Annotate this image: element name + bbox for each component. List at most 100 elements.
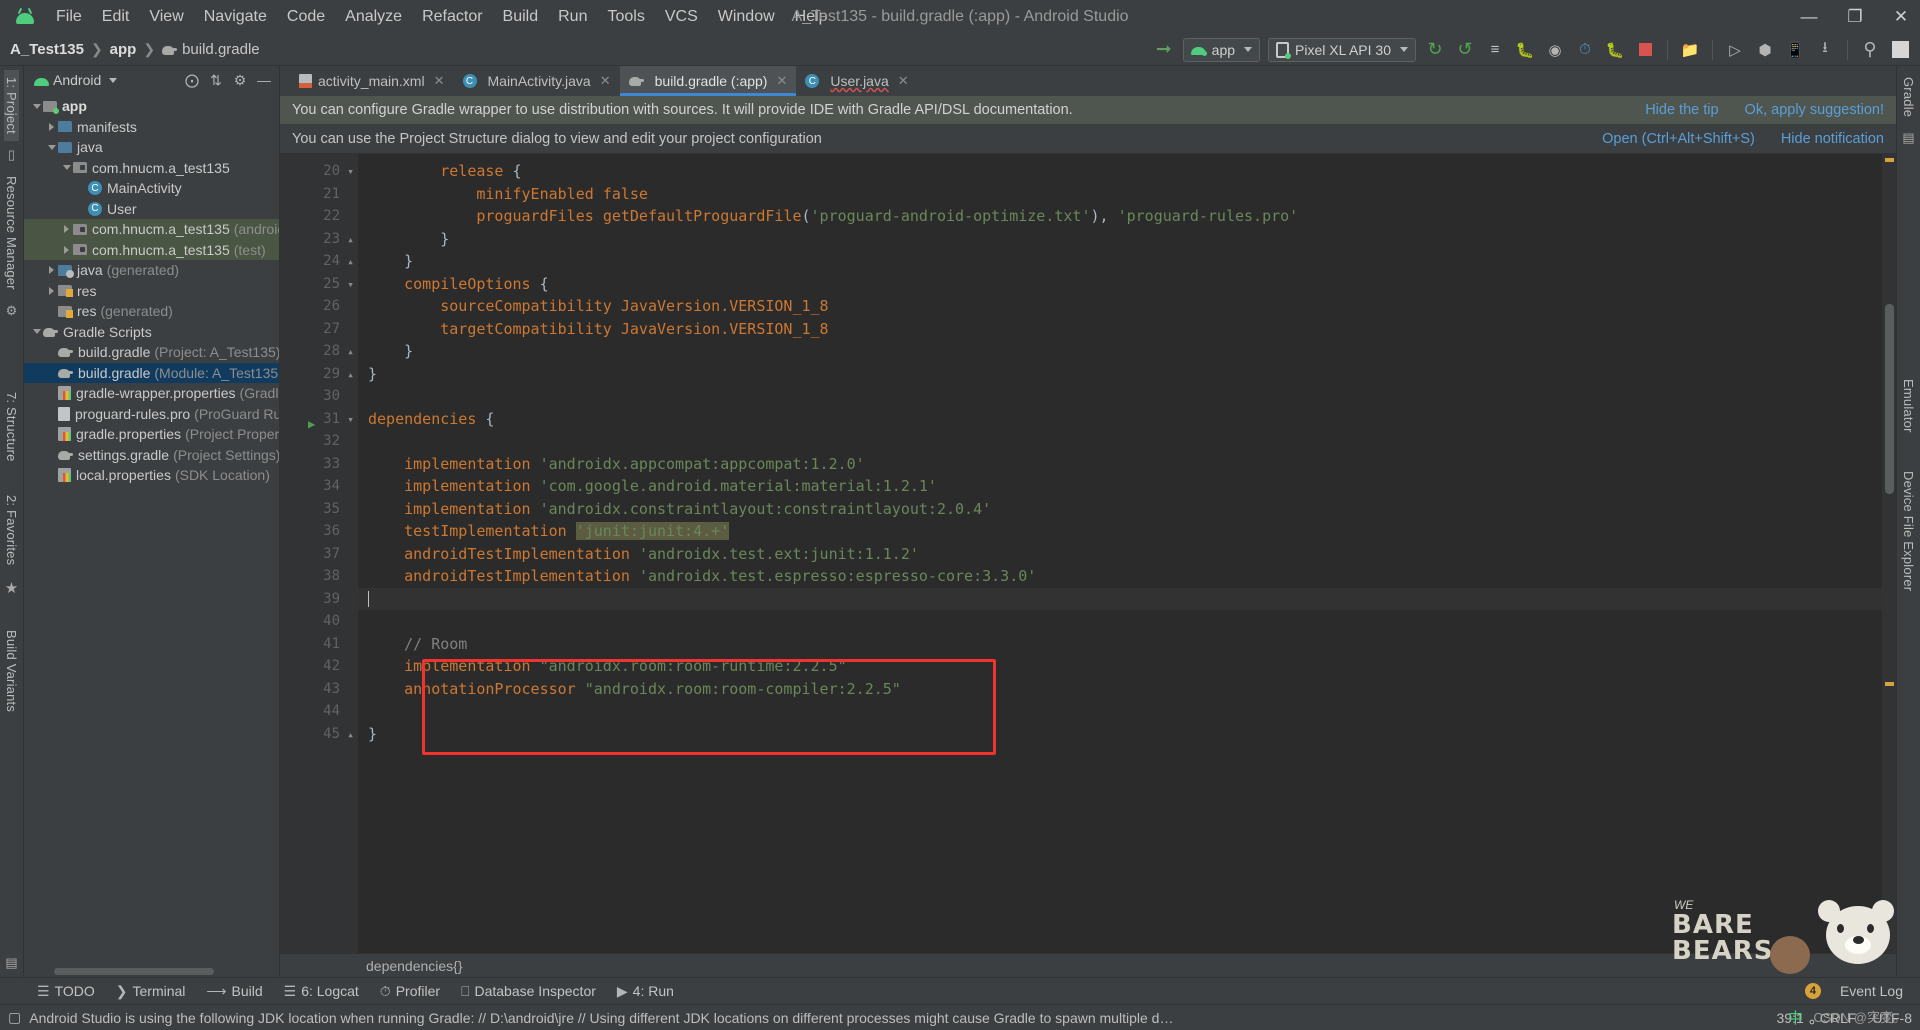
line-number[interactable]: 21 (280, 183, 358, 206)
device-manager-icon[interactable]: 📱 (1781, 37, 1809, 63)
code-line[interactable]: } (358, 723, 1882, 746)
code-line[interactable]: implementation 'com.google.android.mater… (358, 475, 1882, 498)
hide-panel-icon[interactable]: — (253, 69, 275, 91)
code-fold-icon[interactable]: ▾ (345, 279, 356, 290)
tree-node[interactable]: res (generated) (24, 301, 279, 322)
chevron-down-icon[interactable] (109, 77, 118, 83)
tree-node[interactable]: settings.gradle (Project Settings) (24, 445, 279, 466)
tree-node[interactable]: com.hnucm.a_test135 (test) (24, 239, 279, 260)
project-view-selector[interactable]: Android (53, 72, 101, 88)
project-tree[interactable]: app manifests java com.hnucm.a_test135 C Main… (24, 94, 279, 965)
tree-node[interactable]: C User (24, 199, 279, 220)
sync-gradle-icon[interactable]: ≡ (1481, 37, 1509, 63)
code-line[interactable]: androidTestImplementation 'androidx.test… (358, 543, 1882, 566)
tree-node[interactable]: build.gradle(Module: A_Test135.app) (24, 362, 279, 383)
code-fold-icon[interactable]: ▴ (345, 234, 356, 245)
tree-node[interactable]: Gradle Scripts (24, 322, 279, 343)
code-line[interactable] (358, 385, 1882, 408)
tool-window-button[interactable]: ⟶ Build (197, 980, 271, 1003)
collapse-all-icon[interactable]: ⇅ (205, 69, 227, 91)
tree-node[interactable]: java (generated) (24, 260, 279, 281)
code-line[interactable]: } (358, 250, 1882, 273)
code-line[interactable]: release { (358, 160, 1882, 183)
code-line[interactable]: testImplementation 'junit:junit:4.+' (358, 520, 1882, 543)
apply-changes-icon[interactable]: ↺ (1451, 37, 1479, 63)
sidebar-item-emulator[interactable]: Emulator (1901, 372, 1916, 440)
code-line[interactable]: proguardFiles getDefaultProguardFile('pr… (358, 205, 1882, 228)
menu-edit[interactable]: Edit (92, 4, 140, 30)
menu-file[interactable]: File (46, 4, 92, 30)
line-number[interactable]: 34 (280, 475, 358, 498)
line-number[interactable]: 39 (280, 588, 358, 611)
avatar[interactable] (1886, 37, 1914, 63)
line-number[interactable]: 31 ▾ ▶ (280, 408, 358, 431)
line-number[interactable]: 45 ▴ (280, 723, 358, 746)
code-line[interactable] (358, 430, 1882, 453)
menu-vcs[interactable]: VCS (655, 4, 708, 30)
tool-window-button[interactable]: ❯ Terminal (107, 980, 195, 1003)
sidebar-item-device-file-explorer[interactable]: Device File Explorer (1901, 464, 1916, 598)
menu-window[interactable]: Window (708, 4, 785, 30)
tree-node[interactable]: gradle.properties(Project Properties) (24, 424, 279, 445)
editor-tab[interactable]: C User.java ✕ (796, 66, 917, 96)
tree-twisty[interactable] (60, 165, 73, 171)
line-number[interactable]: 38 (280, 565, 358, 588)
close-button[interactable]: ✕ (1888, 5, 1914, 29)
debug-icon[interactable]: 🐛 (1511, 37, 1539, 63)
tree-node[interactable]: gradle-wrapper.properties(Gradle Version… (24, 383, 279, 404)
minimize-button[interactable]: — (1796, 5, 1822, 29)
line-number[interactable]: 41 (280, 633, 358, 656)
code-line[interactable]: dependencies { (358, 408, 1882, 431)
sidebar-item-gradle[interactable]: Gradle (1901, 70, 1916, 124)
code-line[interactable]: targetCompatibility JavaVersion.VERSION_… (358, 318, 1882, 341)
make-project-icon[interactable]: ➞ (1150, 37, 1178, 63)
code-line[interactable] (358, 610, 1882, 633)
code-fold-icon[interactable]: ▾ (345, 414, 356, 425)
line-number[interactable]: 43 (280, 678, 358, 701)
tree-node[interactable]: com.hnucm.a_test135 (24, 158, 279, 179)
menu-view[interactable]: View (139, 4, 193, 30)
line-number[interactable]: 23 ▴ (280, 228, 358, 251)
code-line[interactable] (358, 700, 1882, 723)
code-line[interactable]: } (358, 340, 1882, 363)
menu-tools[interactable]: Tools (597, 4, 654, 30)
run-coverage-icon[interactable]: 🐛 (1601, 37, 1629, 63)
code-line[interactable]: } (358, 228, 1882, 251)
line-number[interactable]: 42 (280, 655, 358, 678)
editor-vertical-scrollbar[interactable] (1883, 154, 1896, 953)
breadcrumb-file[interactable]: build.gradle (182, 41, 260, 58)
apply-suggestion-link[interactable]: Ok, apply suggestion! (1745, 102, 1884, 118)
hide-notification-link[interactable]: Hide notification (1781, 131, 1884, 147)
run-icon[interactable]: ↻ (1421, 37, 1449, 63)
code-line[interactable] (358, 587, 1882, 610)
tree-node[interactable]: java (24, 137, 279, 158)
line-number[interactable]: 32 (280, 430, 358, 453)
code-line[interactable]: androidTestImplementation 'androidx.test… (358, 565, 1882, 588)
tool-window-button[interactable]: ▶ 4: Run (608, 980, 683, 1003)
search-everywhere-icon[interactable]: ⚲ (1856, 37, 1884, 63)
sync-project-icon[interactable]: ⭳ (1811, 37, 1839, 63)
line-number-gutter[interactable]: 20 ▾ 21 22 23 ▴ 24 ▴ 25 ▾ 26 27 28 ▴ 29 ▴ 30 31 ▾ ▶ 32 33 34 35… (280, 154, 358, 953)
scrollbar-thumb-v[interactable] (1885, 304, 1894, 494)
notification-icon[interactable]: ▢ (8, 1009, 21, 1026)
line-number[interactable]: 27 (280, 318, 358, 341)
menu-build[interactable]: Build (493, 4, 549, 30)
project-horizontal-scrollbar[interactable] (24, 965, 279, 977)
line-number[interactable]: 28 ▴ (280, 340, 358, 363)
tree-node[interactable]: com.hnucm.a_test135(androidTest) (24, 219, 279, 240)
sidebar-item-resource-manager[interactable]: Resource Manager (4, 169, 19, 297)
menu-refactor[interactable]: Refactor (412, 4, 492, 30)
sidebar-item-structure[interactable]: 7: Structure (4, 385, 19, 469)
line-number[interactable]: 40 (280, 610, 358, 633)
line-number[interactable]: 44 (280, 700, 358, 723)
close-tab-icon[interactable]: ✕ (434, 73, 445, 89)
menu-navigate[interactable]: Navigate (194, 4, 277, 30)
code-line[interactable]: minifyEnabled false (358, 183, 1882, 206)
tree-node[interactable]: C MainActivity (24, 178, 279, 199)
menu-code[interactable]: Code (277, 4, 335, 30)
code-content[interactable]: release { minifyEnabled false proguardFi… (358, 154, 1882, 953)
code-fold-icon[interactable]: ▴ (345, 729, 356, 740)
code-editor[interactable]: 20 ▾ 21 22 23 ▴ 24 ▴ 25 ▾ 26 27 28 ▴ 29 ▴ 30 31 ▾ ▶ 32 33 34 35… (280, 154, 1896, 953)
line-number[interactable]: 36 (280, 520, 358, 543)
tool-window-button[interactable]: ☰ TODO (28, 980, 104, 1003)
